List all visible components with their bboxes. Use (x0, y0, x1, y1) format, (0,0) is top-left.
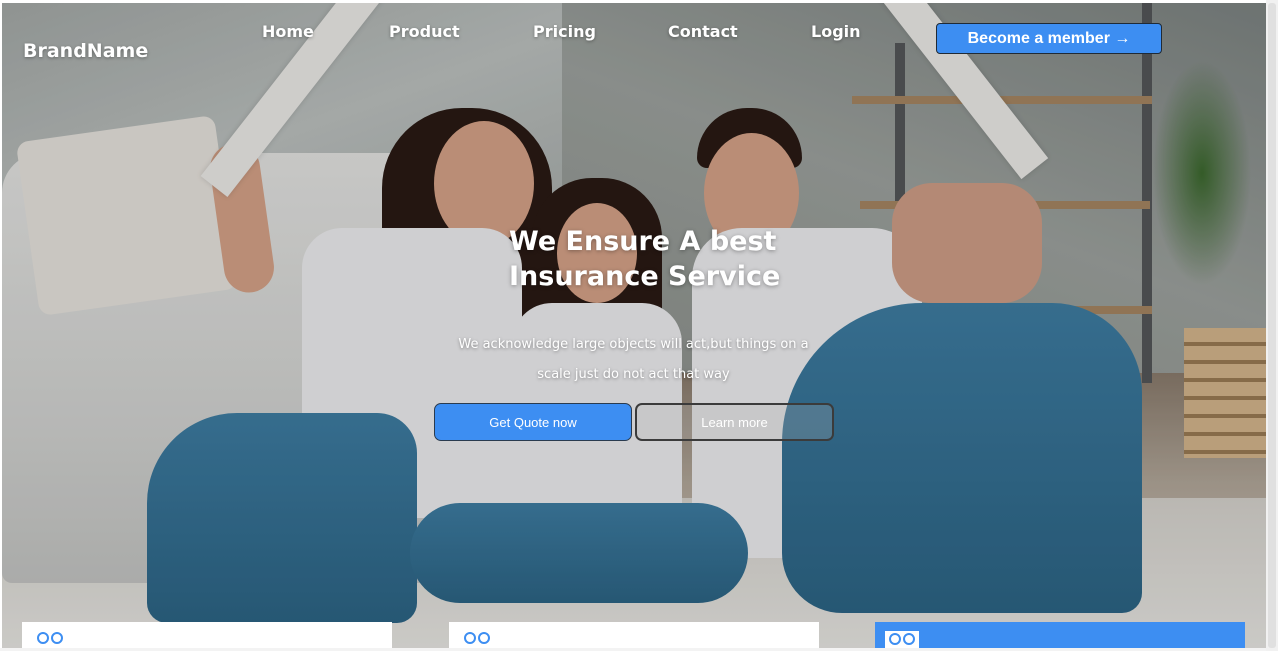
feature-card-active[interactable] (875, 622, 1245, 651)
feature-card[interactable] (449, 622, 819, 651)
vertical-scrollbar[interactable] (1266, 0, 1278, 651)
hero-subtitle: We acknowledge large objects will act,bu… (440, 330, 827, 390)
nav-home[interactable]: Home (262, 22, 314, 41)
become-member-button[interactable]: Become a member → (936, 23, 1162, 54)
hero-title: We Ensure A best Insurance Service (509, 224, 829, 294)
landing-page: BrandName Home Product Pricing Contact L… (0, 0, 1278, 651)
feature-card[interactable] (22, 622, 392, 651)
hero-title-line: Insurance Service (509, 261, 781, 292)
hero-subtitle-line: We acknowledge large objects will act,bu… (458, 337, 809, 352)
nav-login[interactable]: Login (811, 22, 861, 41)
get-quote-button[interactable]: Get Quote now (434, 403, 632, 441)
learn-more-button[interactable]: Learn more (635, 403, 834, 441)
hero-title-line: We Ensure A best (509, 226, 777, 257)
nav-pricing[interactable]: Pricing (533, 22, 596, 41)
scrollbar-thumb[interactable] (1268, 3, 1276, 648)
hero-subtitle-line: scale just do not act that way (537, 367, 730, 382)
nav-product[interactable]: Product (389, 22, 460, 41)
hero-background-photo (2, 3, 1266, 648)
brand-logo[interactable]: BrandName (23, 40, 148, 62)
nav-contact[interactable]: Contact (668, 22, 738, 41)
